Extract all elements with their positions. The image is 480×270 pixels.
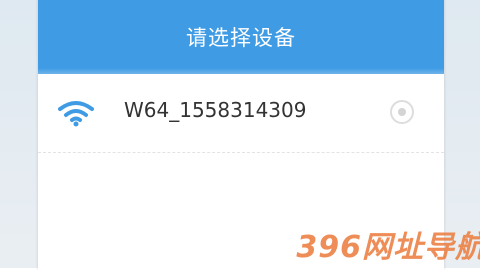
dialog-title: 请选择设备 — [186, 26, 296, 50]
dialog-header: 请选择设备 — [38, 0, 444, 74]
wifi-icon — [56, 99, 96, 127]
device-list-item[interactable]: W64_1558314309 — [38, 74, 444, 153]
radio-dot — [398, 108, 406, 116]
site-watermark: 396网址导航 — [296, 230, 480, 265]
device-name: W64_1558314309 — [124, 98, 307, 122]
device-radio-button[interactable] — [390, 100, 414, 124]
